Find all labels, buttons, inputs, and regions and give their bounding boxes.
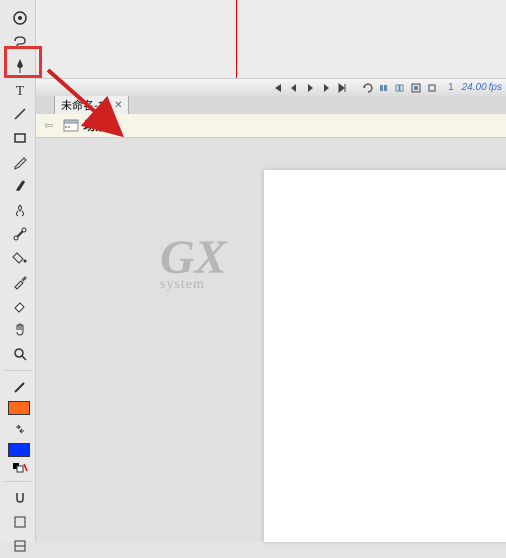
tab-label: 未命名-1* [61, 97, 108, 113]
back-arrow-icon[interactable]: ⇦ [44, 119, 53, 132]
close-icon[interactable]: ✕ [114, 100, 122, 111]
secondary-color-swatch[interactable] [8, 443, 30, 457]
loop-icon[interactable] [361, 81, 375, 95]
text-tool[interactable]: T [8, 78, 32, 102]
pencil-tool[interactable] [8, 150, 32, 174]
timeline-controls: 1 24.00 fps [36, 78, 506, 96]
straighten-option[interactable] [8, 534, 32, 558]
timeline-panel: 1 24.00 fps [36, 0, 506, 96]
eraser-tool[interactable] [8, 294, 32, 318]
free-transform-tool[interactable] [8, 6, 32, 30]
default-colors[interactable] [8, 459, 32, 477]
deco-tool[interactable] [8, 198, 32, 222]
zoom-tool[interactable] [8, 342, 32, 366]
timeline-frames[interactable] [36, 0, 506, 78]
fps-unit: fps [489, 82, 502, 93]
main-area: 1 24.00 fps 未命名-1* ✕ ⇦ 场景 1 [36, 0, 506, 542]
hand-tool[interactable] [8, 318, 32, 342]
snap-option[interactable] [8, 486, 32, 510]
svg-text:T: T [16, 84, 25, 98]
stroke-color-indicator[interactable] [8, 375, 32, 399]
toolbox: T [0, 0, 36, 542]
scene-label: 场景 1 [83, 117, 117, 134]
scene-bar: ⇦ 场景 1 [36, 114, 506, 138]
line-tool[interactable] [8, 102, 32, 126]
playhead[interactable] [236, 0, 237, 78]
pen-tool[interactable] [8, 54, 32, 78]
next-frame-icon[interactable] [319, 81, 333, 95]
fps-value: 24.00 [462, 82, 487, 93]
scene-icon [63, 119, 79, 133]
onion-skin-icon[interactable] [377, 81, 391, 95]
center-frame-icon[interactable] [425, 81, 439, 95]
last-frame-icon[interactable] [335, 81, 349, 95]
paint-bucket-tool[interactable] [8, 246, 32, 270]
smooth-option[interactable] [8, 510, 32, 534]
document-tabs: 未命名-1* ✕ [36, 96, 506, 114]
stage-area [36, 138, 506, 542]
bone-tool[interactable] [8, 222, 32, 246]
current-frame-number: 1 [448, 82, 454, 93]
lasso-tool[interactable] [8, 30, 32, 54]
stage-canvas[interactable] [264, 170, 506, 542]
prev-frame-icon[interactable] [287, 81, 301, 95]
rectangle-tool[interactable] [8, 126, 32, 150]
onion-outline-icon[interactable] [393, 81, 407, 95]
edit-multiple-icon[interactable] [409, 81, 423, 95]
eyedropper-tool[interactable] [8, 270, 32, 294]
brush-tool[interactable] [8, 174, 32, 198]
play-icon[interactable] [303, 81, 317, 95]
swap-colors[interactable] [8, 417, 32, 441]
fill-color-swatch[interactable] [8, 401, 30, 415]
document-tab[interactable]: 未命名-1* ✕ [54, 95, 129, 114]
first-frame-icon[interactable] [271, 81, 285, 95]
